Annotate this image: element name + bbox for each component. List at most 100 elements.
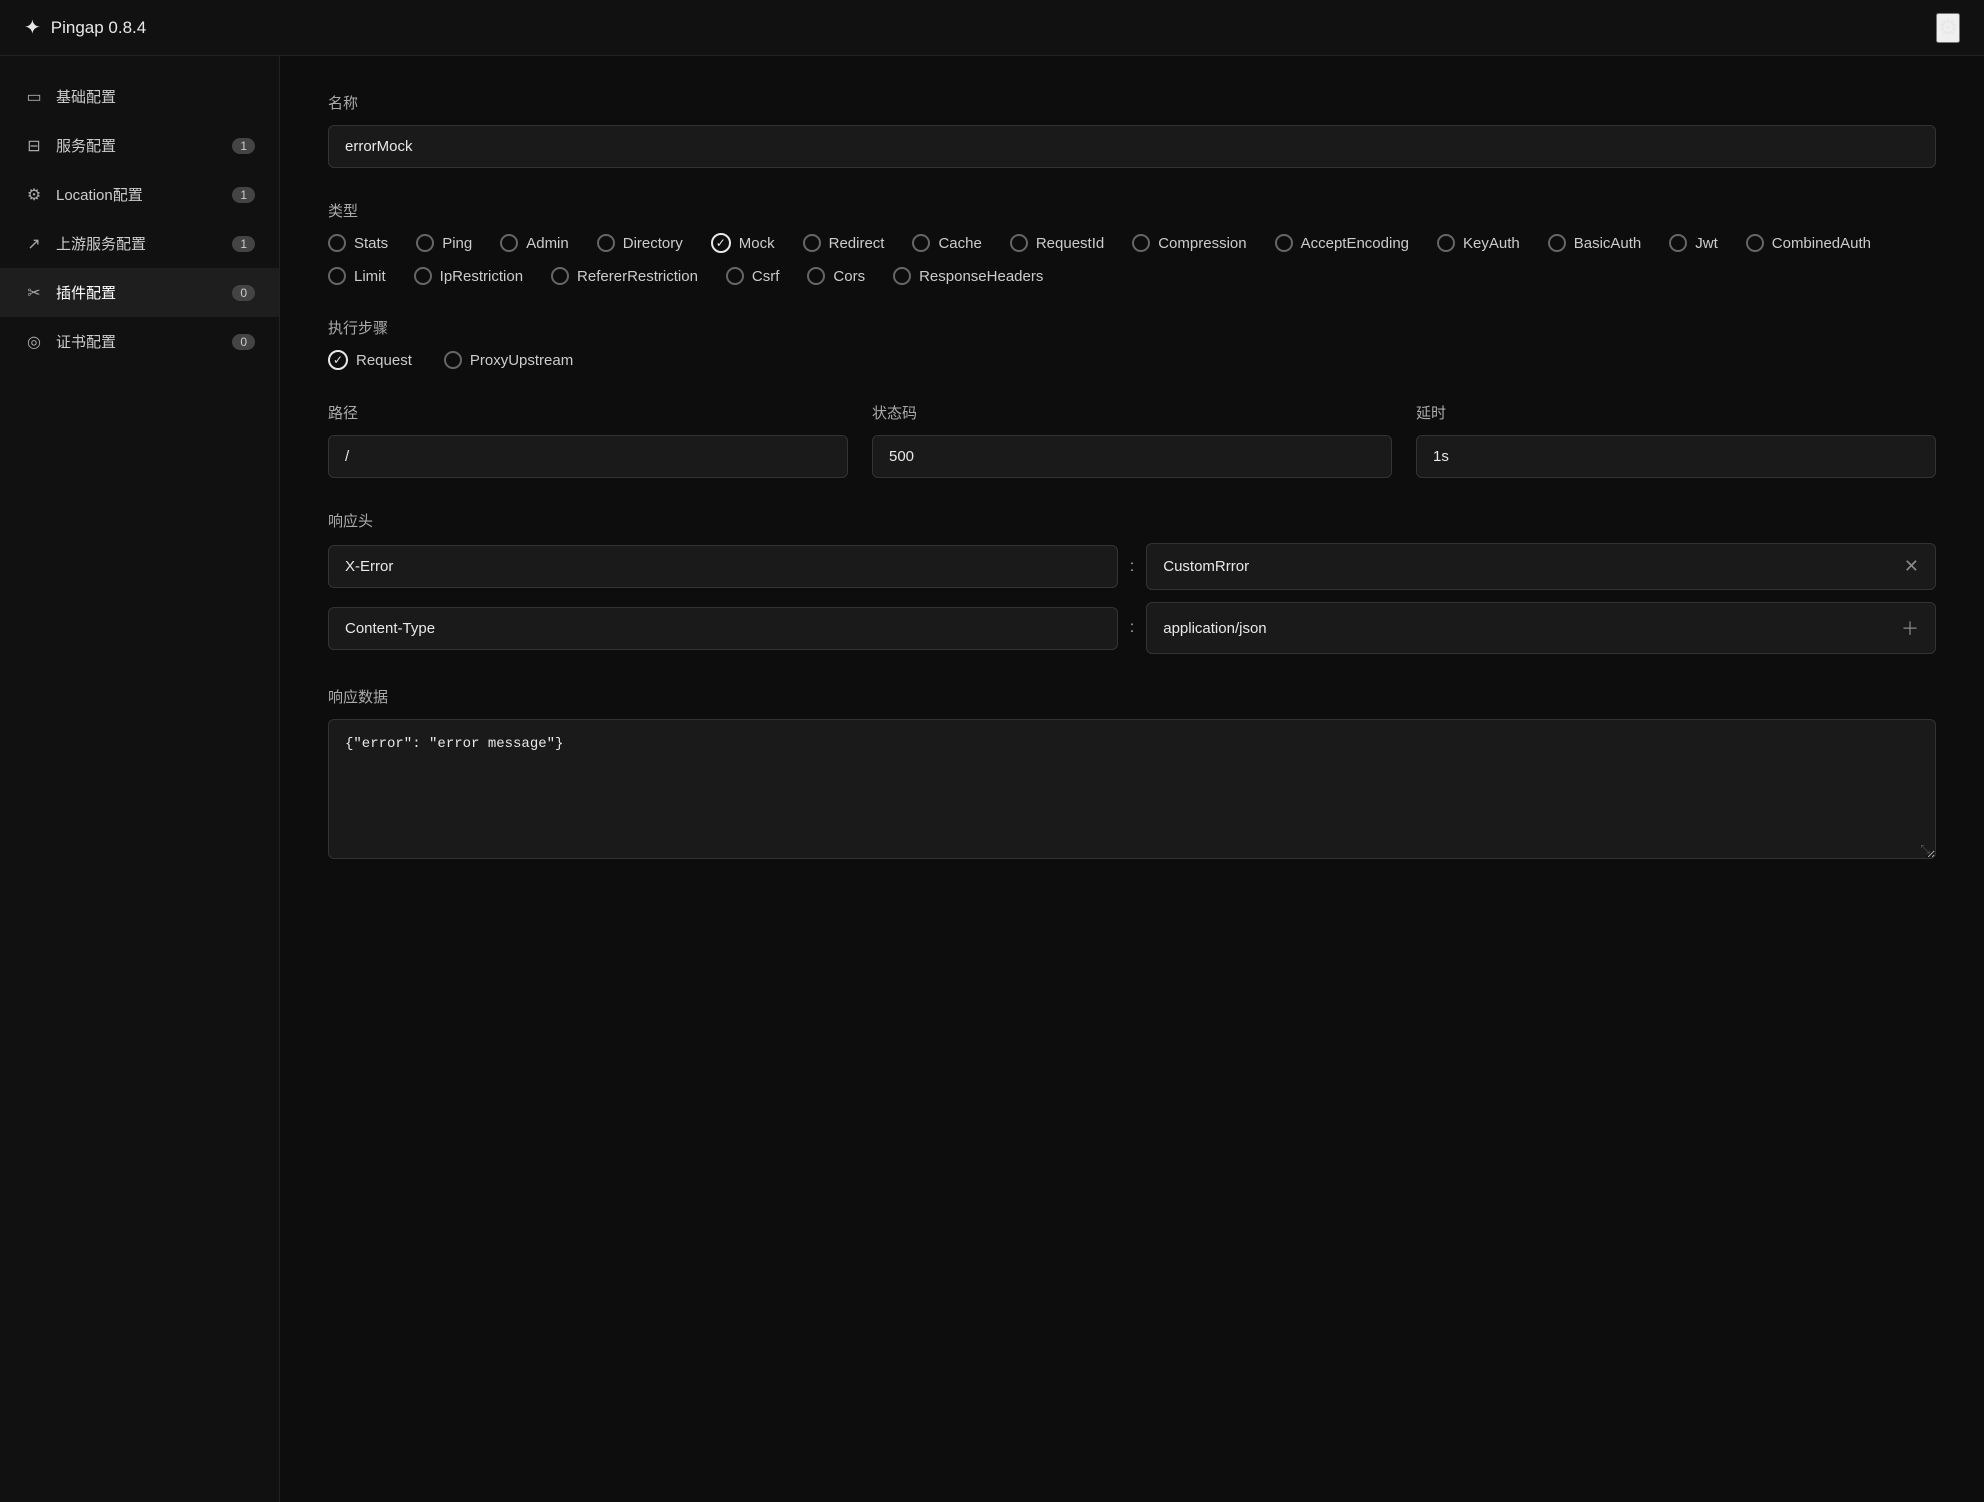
response-header-key-0[interactable] [328, 545, 1118, 588]
radio-redirect[interactable]: Redirect [803, 233, 885, 253]
radio-basicauth-circle [1548, 234, 1566, 252]
radio-acceptencoding-label: AcceptEncoding [1301, 235, 1409, 252]
sidebar-item-service[interactable]: ⊟ 服务配置 1 [0, 121, 279, 170]
radio-csrf[interactable]: Csrf [726, 267, 780, 285]
radio-ping-circle [416, 234, 434, 252]
radio-request[interactable]: Request [328, 350, 412, 370]
certificate-icon: ◎ [24, 332, 44, 352]
radio-proxyupstream-circle [444, 351, 462, 369]
radio-acceptencoding[interactable]: AcceptEncoding [1275, 233, 1409, 253]
radio-acceptencoding-circle [1275, 234, 1293, 252]
sidebar-item-plugin[interactable]: ✂ 插件配置 0 [0, 268, 279, 317]
main-layout: ▭ 基础配置 ⊟ 服务配置 1 ⚙ Location配置 1 [0, 56, 1984, 1502]
top-bar-left: ✦ Pingap 0.8.4 [24, 15, 146, 40]
radio-requestid[interactable]: RequestId [1010, 233, 1104, 253]
plugin-icon: ✂ [24, 283, 44, 303]
radio-redirect-label: Redirect [829, 235, 885, 252]
certificate-badge: 0 [232, 334, 255, 350]
radio-limit[interactable]: Limit [328, 267, 386, 285]
radio-compression[interactable]: Compression [1132, 233, 1246, 253]
radio-admin-circle [500, 234, 518, 252]
radio-request-label: Request [356, 352, 412, 369]
radio-jwt[interactable]: Jwt [1669, 233, 1718, 253]
name-section: 名称 [328, 92, 1936, 168]
plugin-badge: 0 [232, 285, 255, 301]
type-section: 类型 Stats Ping Admin [328, 200, 1936, 285]
response-header-value-wrap-1: ＋ [1146, 602, 1936, 654]
radio-refererrestriction-label: RefererRestriction [577, 268, 698, 285]
status-input[interactable] [872, 435, 1392, 478]
location-icon: ⚙ [24, 185, 44, 205]
radio-iprestriction-label: IpRestriction [440, 268, 523, 285]
radio-cache-label: Cache [938, 235, 981, 252]
sidebar-item-basic[interactable]: ▭ 基础配置 [0, 72, 279, 121]
radio-csrf-circle [726, 267, 744, 285]
path-status-delay-section: 路径 状态码 延时 [328, 402, 1936, 478]
name-input[interactable] [328, 125, 1936, 168]
radio-cors-circle [807, 267, 825, 285]
radio-directory-label: Directory [623, 235, 683, 252]
radio-jwt-circle [1669, 234, 1687, 252]
response-data-label: 响应数据 [328, 686, 1936, 707]
sidebar-item-upstream[interactable]: ↗ 上游服务配置 1 [0, 219, 279, 268]
radio-combinedauth[interactable]: CombinedAuth [1746, 233, 1871, 253]
remove-header-0-button[interactable]: ✕ [1904, 556, 1919, 577]
status-label: 状态码 [872, 402, 1392, 423]
delay-input[interactable] [1416, 435, 1936, 478]
radio-refererrestriction[interactable]: RefererRestriction [551, 267, 698, 285]
radio-basicauth[interactable]: BasicAuth [1548, 233, 1642, 253]
radio-admin[interactable]: Admin [500, 233, 569, 253]
colon-1: : [1130, 619, 1134, 637]
response-header-value-0[interactable] [1163, 558, 1904, 575]
radio-responseheaders-label: ResponseHeaders [919, 268, 1043, 285]
radio-responseheaders-circle [893, 267, 911, 285]
radio-limit-circle [328, 267, 346, 285]
response-data-textarea[interactable]: {"error": "error message"} [328, 719, 1936, 859]
response-header-key-1[interactable] [328, 607, 1118, 650]
sidebar: ▭ 基础配置 ⊟ 服务配置 1 ⚙ Location配置 1 [0, 56, 280, 1502]
radio-mock[interactable]: Mock [711, 233, 775, 253]
radio-compression-circle [1132, 234, 1150, 252]
radio-ping[interactable]: Ping [416, 233, 472, 253]
radio-jwt-label: Jwt [1695, 235, 1718, 252]
path-input[interactable] [328, 435, 848, 478]
radio-requestid-circle [1010, 234, 1028, 252]
radio-keyauth-circle [1437, 234, 1455, 252]
radio-cache[interactable]: Cache [912, 233, 981, 253]
response-header-value-1[interactable] [1163, 620, 1901, 637]
sidebar-item-certificate[interactable]: ◎ 证书配置 0 [0, 317, 279, 366]
radio-cors[interactable]: Cors [807, 267, 865, 285]
service-badge: 1 [232, 138, 255, 154]
radio-stats[interactable]: Stats [328, 233, 388, 253]
settings-button[interactable]: ⚙ [1936, 13, 1960, 43]
add-header-button[interactable]: ＋ [1901, 615, 1919, 641]
radio-redirect-circle [803, 234, 821, 252]
response-headers-label: 响应头 [328, 510, 1936, 531]
response-header-row-1: : ＋ [328, 602, 1936, 654]
sidebar-item-label-upstream: 上游服务配置 [56, 233, 146, 254]
radio-combinedauth-label: CombinedAuth [1772, 235, 1871, 252]
step-section: 执行步骤 Request ProxyUpstream [328, 317, 1936, 370]
delay-group: 延时 [1416, 402, 1936, 478]
radio-iprestriction[interactable]: IpRestriction [414, 267, 523, 285]
radio-refererrestriction-circle [551, 267, 569, 285]
sidebar-item-label-plugin: 插件配置 [56, 282, 116, 303]
radio-proxyupstream[interactable]: ProxyUpstream [444, 351, 573, 369]
sidebar-item-location[interactable]: ⚙ Location配置 1 [0, 170, 279, 219]
sidebar-item-label-basic: 基础配置 [56, 86, 116, 107]
delay-label: 延时 [1416, 402, 1936, 423]
step-label: 执行步骤 [328, 317, 1936, 338]
sidebar-item-label-certificate: 证书配置 [56, 331, 116, 352]
upstream-badge: 1 [232, 236, 255, 252]
radio-directory[interactable]: Directory [597, 233, 683, 253]
radio-mock-circle [711, 233, 731, 253]
three-col-row: 路径 状态码 延时 [328, 402, 1936, 478]
sidebar-item-label-location: Location配置 [56, 184, 143, 205]
radio-responseheaders[interactable]: ResponseHeaders [893, 267, 1043, 285]
upstream-icon: ↗ [24, 234, 44, 254]
app-title: Pingap 0.8.4 [51, 18, 146, 38]
radio-proxyupstream-label: ProxyUpstream [470, 352, 573, 369]
radio-limit-label: Limit [354, 268, 386, 285]
radio-keyauth[interactable]: KeyAuth [1437, 233, 1520, 253]
radio-stats-label: Stats [354, 235, 388, 252]
